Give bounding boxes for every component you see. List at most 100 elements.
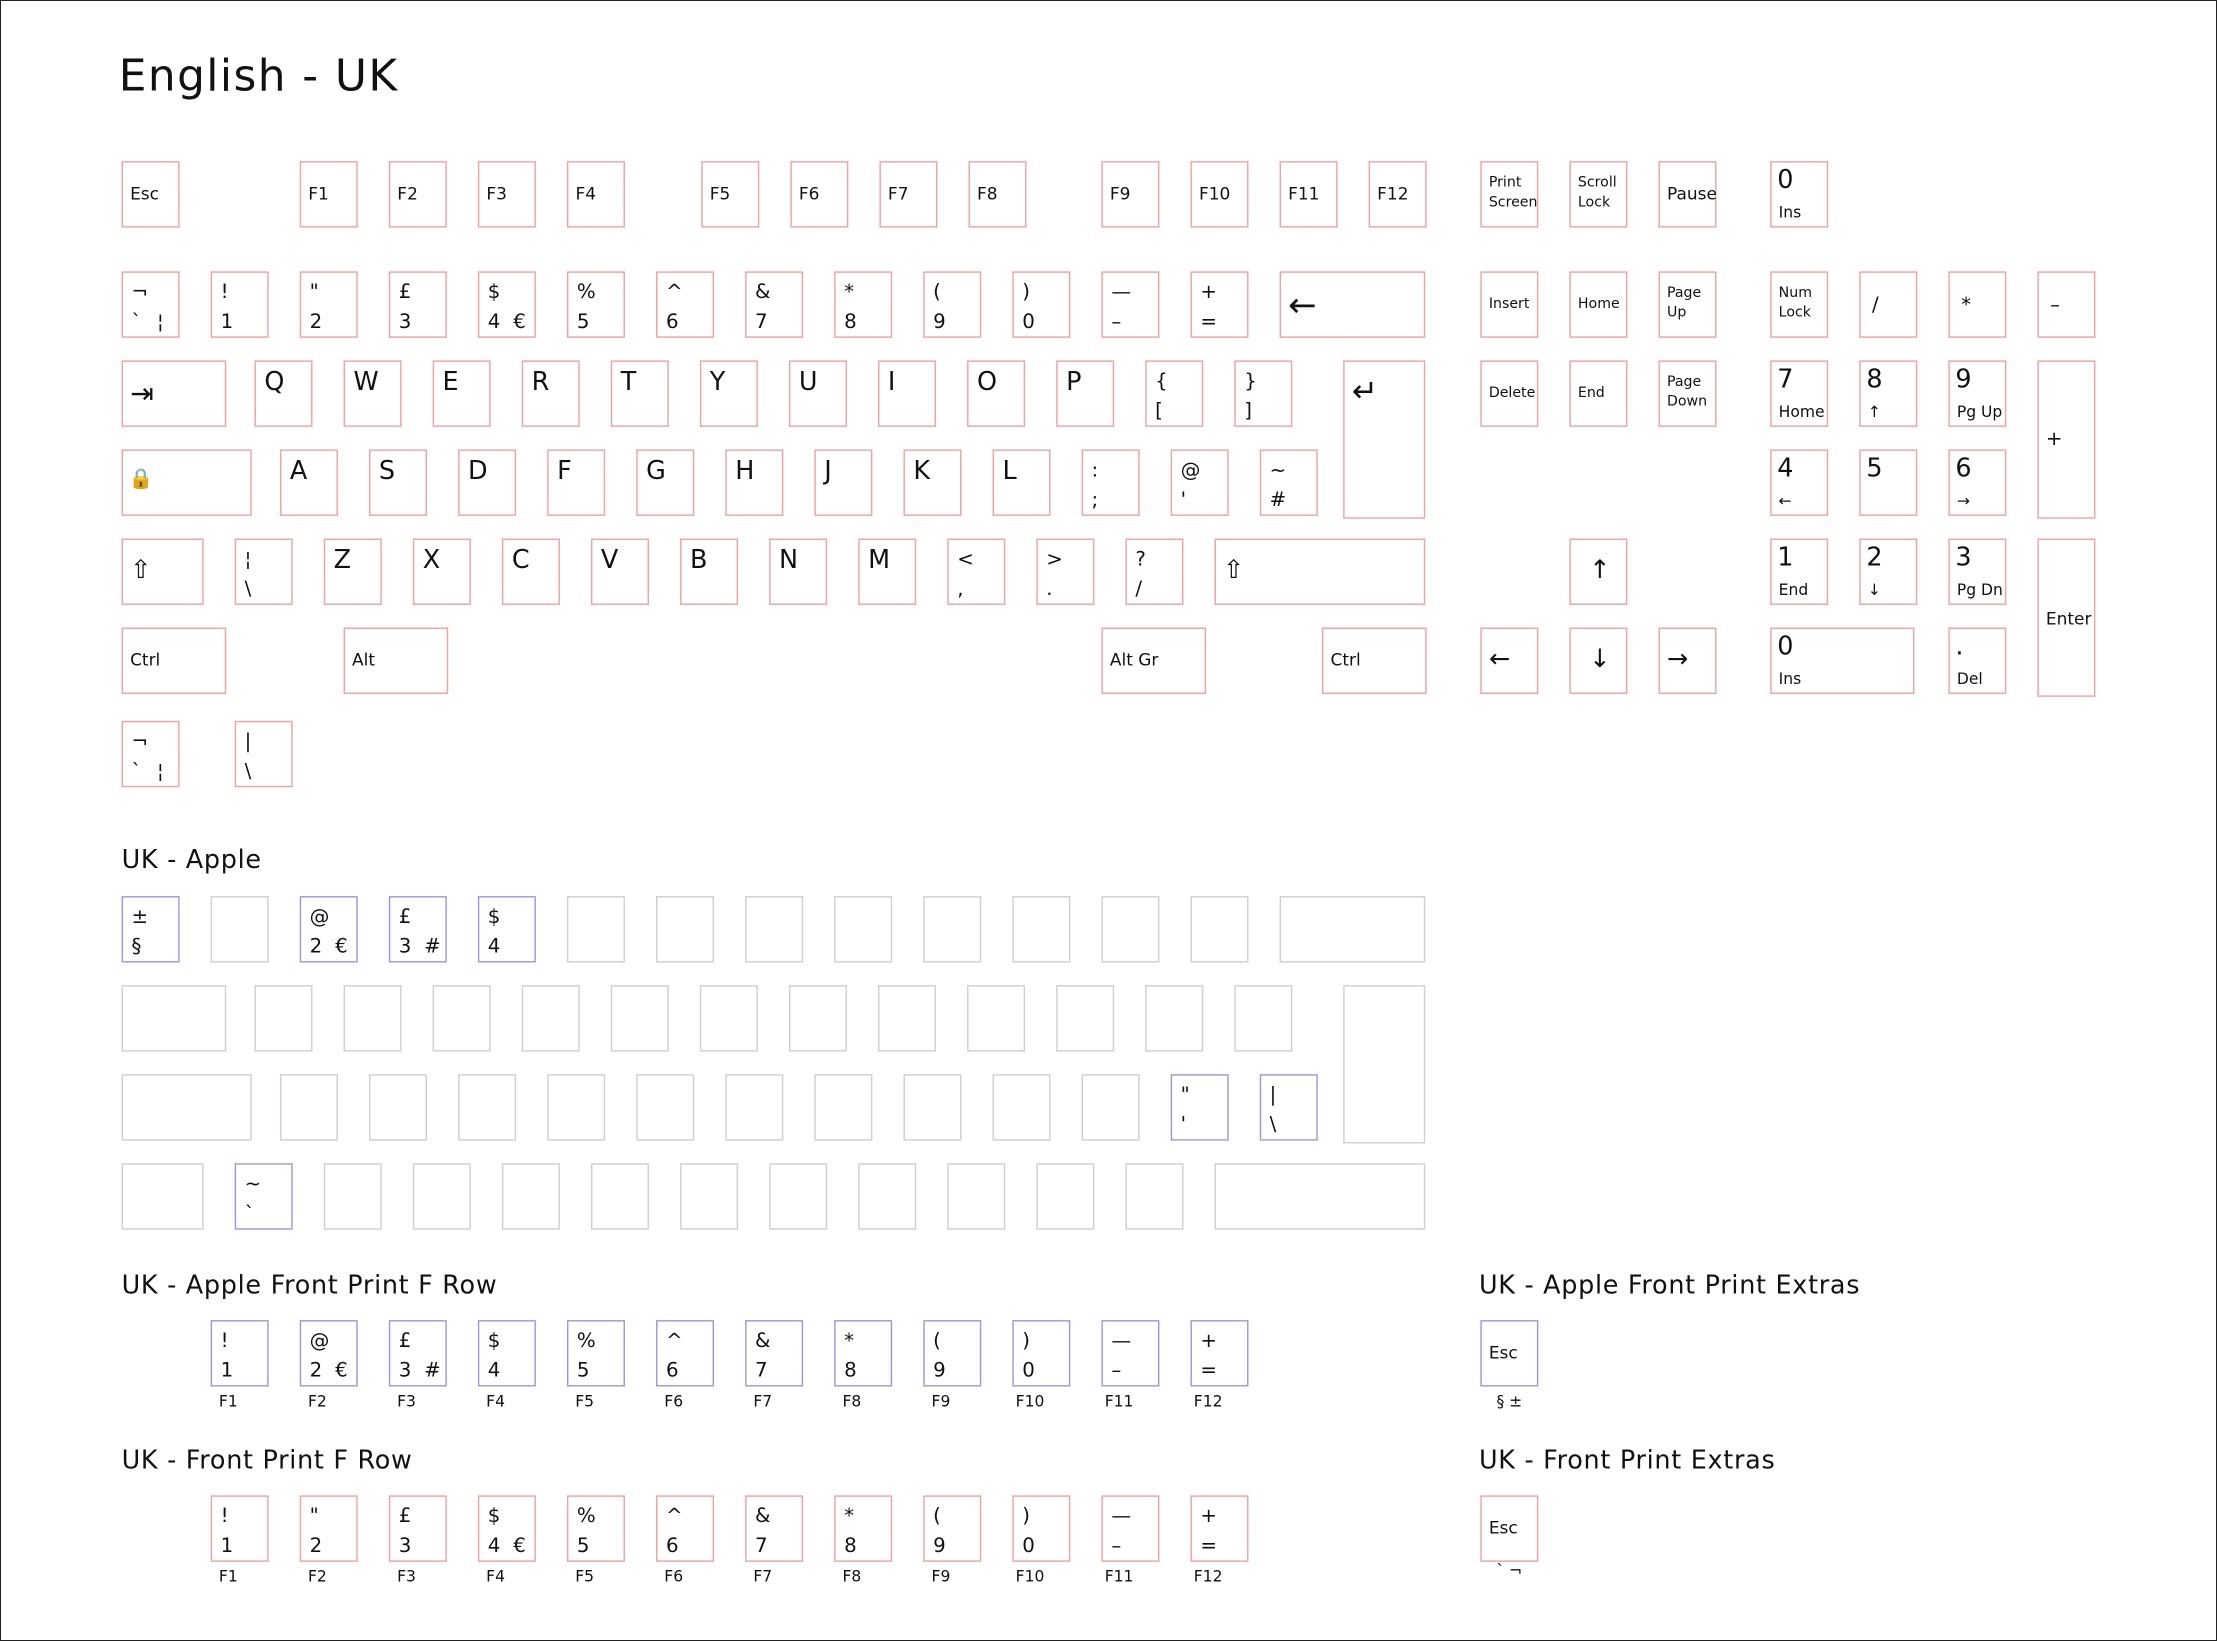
key-top-label: * bbox=[844, 1505, 854, 1528]
key-bottom-label: , bbox=[957, 578, 964, 601]
key-label: Enter bbox=[2045, 609, 2092, 629]
key-bottom-label: 6 bbox=[665, 1359, 679, 1383]
apple-key-section: ± § bbox=[121, 896, 180, 963]
key-f11: F11 bbox=[1279, 161, 1338, 228]
key-top-label: £ bbox=[398, 281, 412, 304]
key-enter: ↵ bbox=[1343, 360, 1426, 519]
key-num-8: * 8 bbox=[834, 271, 893, 338]
apple-front-key-1: ! 1 bbox=[210, 1320, 269, 1387]
arrow-down-icon: ↓ bbox=[1589, 644, 1611, 675]
front-key-6: ^ 6 bbox=[656, 1495, 715, 1562]
front-caption-3: F3 bbox=[397, 1567, 416, 1586]
key-numpad-3: 3 Pg Dn bbox=[1948, 538, 2007, 605]
key-iso-backslash: ¦ \ bbox=[234, 538, 293, 605]
front-key-8: * 8 bbox=[834, 1495, 893, 1562]
key-sub-label: → bbox=[1956, 491, 1970, 511]
apple-front-caption-1: F1 bbox=[218, 1392, 238, 1411]
key-f: F bbox=[547, 449, 606, 516]
key-esc: Esc bbox=[121, 161, 180, 228]
key-j: J bbox=[814, 449, 873, 516]
key-num-2: " 2 bbox=[299, 271, 358, 338]
key-label: Alt Gr bbox=[1109, 650, 1159, 670]
key-main-label: 3 bbox=[1955, 542, 1972, 573]
key-alt-label: ¦ bbox=[156, 310, 164, 334]
key-bottom-label: 1 bbox=[220, 1534, 234, 1558]
key-pause: Pause bbox=[1658, 161, 1717, 228]
apple-blank-q-6 bbox=[788, 985, 847, 1052]
key-c: C bbox=[501, 538, 560, 605]
apple-blank-a-9 bbox=[1081, 1074, 1140, 1141]
key-u: U bbox=[788, 360, 847, 427]
key-o: O bbox=[967, 360, 1026, 427]
apple-front-caption-9: F9 bbox=[931, 1392, 951, 1411]
key-top-label: ( bbox=[933, 1330, 941, 1353]
key-d: D bbox=[458, 449, 517, 516]
key-end: End bbox=[1569, 360, 1628, 427]
key-top-label: ^ bbox=[665, 281, 683, 304]
key-sub-label: ← bbox=[1778, 491, 1792, 511]
key-top-label: — bbox=[1111, 281, 1132, 304]
key-label: D bbox=[468, 456, 488, 487]
apple-front-key-5: % 5 bbox=[566, 1320, 625, 1387]
apple-blank-num-6 bbox=[656, 896, 715, 963]
key-label: N bbox=[779, 545, 799, 576]
key-bottom-label: 9 bbox=[933, 1534, 946, 1558]
key-top-label: ± bbox=[131, 905, 149, 929]
key-sub-label: ↑ bbox=[1867, 402, 1881, 422]
key-alt-label: ¦ bbox=[156, 760, 164, 784]
key-bottom-label: = bbox=[1200, 1534, 1217, 1558]
key-f2: F2 bbox=[388, 161, 447, 228]
section-title-apple-front-extras: UK - Apple Front Print Extras bbox=[1478, 1270, 1861, 1301]
key-sub-label: Home bbox=[1778, 402, 1825, 422]
key-page-down: Page Down bbox=[1658, 360, 1717, 427]
key-arrow-up: ↑ bbox=[1569, 538, 1628, 605]
key-top-label: : bbox=[1091, 459, 1099, 482]
key-top-label: ! bbox=[220, 281, 229, 304]
key-extra-zero: 0 Ins bbox=[1770, 161, 1829, 228]
key-bottom-label: § bbox=[131, 935, 142, 959]
key-line-1: Page bbox=[1666, 374, 1702, 391]
apple-blank-a-5 bbox=[725, 1074, 784, 1141]
apple-blank-q-9 bbox=[1056, 985, 1115, 1052]
key-label: F1 bbox=[308, 183, 329, 204]
key-bottom-label: 5 bbox=[576, 1359, 590, 1383]
key-line-1: Print bbox=[1488, 175, 1522, 191]
apple-blank-tab bbox=[121, 985, 227, 1052]
apple-blank-z-3 bbox=[591, 1163, 649, 1230]
section-title-front-f: UK - Front Print F Row bbox=[121, 1445, 413, 1476]
key-label: – bbox=[2050, 293, 2061, 317]
front-caption-11: F11 bbox=[1104, 1567, 1134, 1586]
key-line-2: Down bbox=[1666, 394, 1708, 410]
key-label: G bbox=[646, 456, 666, 487]
key-comma: <, bbox=[947, 538, 1006, 605]
apple-blank-z-7 bbox=[947, 1163, 1006, 1230]
apple-blank-a-6 bbox=[814, 1074, 873, 1141]
key-numpad-enter: Enter bbox=[2037, 538, 2096, 697]
key-label: V bbox=[600, 545, 619, 576]
key-label: F9 bbox=[1109, 183, 1131, 204]
key-bottom-label: ` bbox=[131, 760, 142, 784]
key-top-label: $ bbox=[487, 1330, 501, 1353]
caps-lock-icon: 🔒 bbox=[128, 467, 154, 491]
key-label: Pause bbox=[1666, 183, 1717, 204]
key-numpad-9: 9 Pg Up bbox=[1948, 360, 2007, 427]
key-x: X bbox=[412, 538, 471, 605]
key-bottom-label: 4 bbox=[487, 1359, 501, 1383]
key-bottom-label: 0 bbox=[1022, 1359, 1035, 1383]
key-f10: F10 bbox=[1190, 161, 1249, 228]
key-l: L bbox=[992, 449, 1051, 516]
key-top-label: ) bbox=[1022, 1505, 1030, 1528]
apple-front-key-4: $4 bbox=[477, 1320, 536, 1387]
front-caption-6: F6 bbox=[664, 1567, 684, 1586]
apple-blank-q-2 bbox=[432, 985, 491, 1052]
apple-front-key-12: + = bbox=[1190, 1320, 1249, 1387]
apple-front-key-10: ) 0 bbox=[1012, 1320, 1071, 1387]
front-caption-9: F9 bbox=[931, 1567, 951, 1586]
front-key-3: £3 bbox=[388, 1495, 447, 1562]
key-numpad-5: 5 bbox=[1859, 449, 1918, 516]
key-f1: F1 bbox=[299, 161, 358, 228]
key-main-label: 7 bbox=[1777, 364, 1794, 395]
front-caption-1: F1 bbox=[218, 1567, 238, 1586]
apple-front-caption-3: F3 bbox=[397, 1392, 416, 1411]
front-key-11: — – bbox=[1101, 1495, 1160, 1562]
